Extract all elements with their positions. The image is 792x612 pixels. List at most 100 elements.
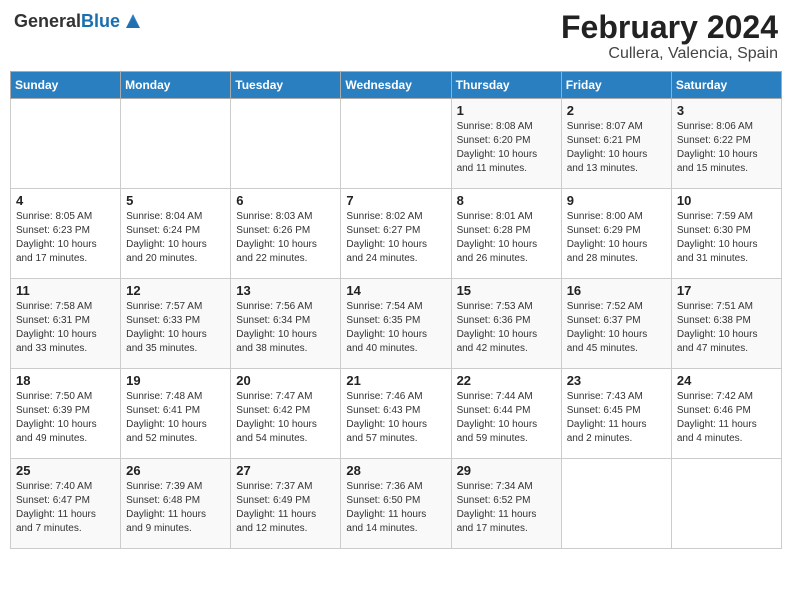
calendar-week-row: 1 Sunrise: 8:08 AM Sunset: 6:20 PM Daylig…: [11, 99, 782, 189]
day-number: 2: [567, 103, 666, 118]
calendar-day-cell: 7 Sunrise: 8:02 AM Sunset: 6:27 PM Daylig…: [341, 189, 451, 279]
calendar-day-cell: 26Sunrise: 7:39 AM Sunset: 6:48 PM Dayli…: [121, 459, 231, 549]
calendar-week-row: 18 Sunrise: 7:50 AM Sunset: 6:39 PM Dayli…: [11, 369, 782, 459]
day-info: Sunrise: 8:08 AM Sunset: 6:20 PM Dayligh…: [457, 120, 556, 176]
day-number: 24: [677, 373, 776, 388]
calendar-header-row: SundayMondayTuesdayWednesdayThursdayFrid…: [11, 72, 782, 99]
calendar-day-cell: 4Sunrise: 8:05 AM Sunset: 6:23 PM Daylig…: [11, 189, 121, 279]
day-info: Sunrise: 7:34 AM Sunset: 6:52 PM Dayligh…: [457, 480, 556, 536]
calendar-day-cell: [231, 99, 341, 189]
title-block: February 2024 Cullera, Valencia, Spain: [561, 10, 778, 63]
calendar-week-row: 25Sunrise: 7:40 AM Sunset: 6:47 PM Dayli…: [11, 459, 782, 549]
day-info: Sunrise: 8:04 AM Sunset: 6:24 PM Dayligh…: [126, 210, 225, 266]
title-location: Cullera, Valencia, Spain: [561, 45, 778, 63]
calendar-day-cell: 28 Sunrise: 7:36 AM Sunset: 6:50 PM Dayli…: [341, 459, 451, 549]
calendar-day-cell: 29 Sunrise: 7:34 AM Sunset: 6:52 PM Dayli…: [451, 459, 561, 549]
day-info: Sunrise: 7:54 AM Sunset: 6:35 PM Dayligh…: [346, 300, 445, 356]
day-info: Sunrise: 7:47 AM Sunset: 6:42 PM Dayligh…: [236, 390, 335, 446]
day-of-week-header: Monday: [121, 72, 231, 99]
calendar-day-cell: 23Sunrise: 7:43 AM Sunset: 6:45 PM Dayli…: [561, 369, 671, 459]
calendar-day-cell: 17 Sunrise: 7:51 AM Sunset: 6:38 PM Dayli…: [671, 279, 781, 369]
calendar-day-cell: 16 Sunrise: 7:52 AM Sunset: 6:37 PM Dayli…: [561, 279, 671, 369]
day-number: 7: [346, 193, 445, 208]
calendar-day-cell: [341, 99, 451, 189]
calendar-day-cell: 14 Sunrise: 7:54 AM Sunset: 6:35 PM Dayli…: [341, 279, 451, 369]
calendar-day-cell: 20 Sunrise: 7:47 AM Sunset: 6:42 PM Dayli…: [231, 369, 341, 459]
day-info: Sunrise: 8:03 AM Sunset: 6:26 PM Dayligh…: [236, 210, 335, 266]
title-month: February 2024: [561, 10, 778, 45]
calendar-day-cell: 19 Sunrise: 7:48 AM Sunset: 6:41 PM Dayli…: [121, 369, 231, 459]
calendar-day-cell: 24 Sunrise: 7:42 AM Sunset: 6:46 PM Dayli…: [671, 369, 781, 459]
calendar-day-cell: 9 Sunrise: 8:00 AM Sunset: 6:29 PM Daylig…: [561, 189, 671, 279]
day-info: Sunrise: 7:46 AM Sunset: 6:43 PM Dayligh…: [346, 390, 445, 446]
calendar-day-cell: 18 Sunrise: 7:50 AM Sunset: 6:39 PM Dayli…: [11, 369, 121, 459]
calendar-day-cell: 21 Sunrise: 7:46 AM Sunset: 6:43 PM Dayli…: [341, 369, 451, 459]
day-info: Sunrise: 7:37 AM Sunset: 6:49 PM Dayligh…: [236, 480, 335, 536]
logo: GeneralBlue: [14, 10, 144, 32]
day-info: Sunrise: 7:58 AM Sunset: 6:31 PM Dayligh…: [16, 300, 115, 356]
day-number: 28: [346, 463, 445, 478]
day-of-week-header: Saturday: [671, 72, 781, 99]
calendar-day-cell: 11 Sunrise: 7:58 AM Sunset: 6:31 PM Dayli…: [11, 279, 121, 369]
calendar-day-cell: 1 Sunrise: 8:08 AM Sunset: 6:20 PM Daylig…: [451, 99, 561, 189]
day-number: 23: [567, 373, 666, 388]
calendar-day-cell: 2 Sunrise: 8:07 AM Sunset: 6:21 PM Daylig…: [561, 99, 671, 189]
calendar-day-cell: 12Sunrise: 7:57 AM Sunset: 6:33 PM Dayli…: [121, 279, 231, 369]
day-number: 29: [457, 463, 556, 478]
day-number: 11: [16, 283, 115, 298]
day-number: 21: [346, 373, 445, 388]
day-info: Sunrise: 8:07 AM Sunset: 6:21 PM Dayligh…: [567, 120, 666, 176]
day-info: Sunrise: 7:57 AM Sunset: 6:33 PM Dayligh…: [126, 300, 225, 356]
day-info: Sunrise: 7:44 AM Sunset: 6:44 PM Dayligh…: [457, 390, 556, 446]
day-number: 19: [126, 373, 225, 388]
calendar-day-cell: 6 Sunrise: 8:03 AM Sunset: 6:26 PM Daylig…: [231, 189, 341, 279]
day-info: Sunrise: 7:48 AM Sunset: 6:41 PM Dayligh…: [126, 390, 225, 446]
day-number: 5: [126, 193, 225, 208]
day-number: 26: [126, 463, 225, 478]
day-number: 8: [457, 193, 556, 208]
day-number: 18: [16, 373, 115, 388]
day-number: 3: [677, 103, 776, 118]
day-number: 6: [236, 193, 335, 208]
day-number: 22: [457, 373, 556, 388]
day-info: Sunrise: 7:52 AM Sunset: 6:37 PM Dayligh…: [567, 300, 666, 356]
day-info: Sunrise: 8:00 AM Sunset: 6:29 PM Dayligh…: [567, 210, 666, 266]
day-number: 1: [457, 103, 556, 118]
calendar-day-cell: [671, 459, 781, 549]
day-info: Sunrise: 7:51 AM Sunset: 6:38 PM Dayligh…: [677, 300, 776, 356]
calendar-day-cell: [121, 99, 231, 189]
day-number: 20: [236, 373, 335, 388]
calendar-day-cell: 13 Sunrise: 7:56 AM Sunset: 6:34 PM Dayli…: [231, 279, 341, 369]
day-number: 15: [457, 283, 556, 298]
day-number: 16: [567, 283, 666, 298]
day-number: 9: [567, 193, 666, 208]
day-info: Sunrise: 8:05 AM Sunset: 6:23 PM Dayligh…: [16, 210, 115, 266]
day-number: 13: [236, 283, 335, 298]
calendar-day-cell: 25Sunrise: 7:40 AM Sunset: 6:47 PM Dayli…: [11, 459, 121, 549]
day-number: 17: [677, 283, 776, 298]
day-info: Sunrise: 7:42 AM Sunset: 6:46 PM Dayligh…: [677, 390, 776, 446]
calendar-day-cell: 22 Sunrise: 7:44 AM Sunset: 6:44 PM Dayli…: [451, 369, 561, 459]
day-of-week-header: Sunday: [11, 72, 121, 99]
logo-icon: [122, 10, 144, 32]
day-of-week-header: Tuesday: [231, 72, 341, 99]
calendar-day-cell: 15Sunrise: 7:53 AM Sunset: 6:36 PM Dayli…: [451, 279, 561, 369]
day-info: Sunrise: 8:06 AM Sunset: 6:22 PM Dayligh…: [677, 120, 776, 176]
day-info: Sunrise: 7:36 AM Sunset: 6:50 PM Dayligh…: [346, 480, 445, 536]
day-info: Sunrise: 7:50 AM Sunset: 6:39 PM Dayligh…: [16, 390, 115, 446]
calendar-day-cell: [11, 99, 121, 189]
day-info: Sunrise: 7:59 AM Sunset: 6:30 PM Dayligh…: [677, 210, 776, 266]
logo-general-text: General: [14, 11, 81, 31]
day-info: Sunrise: 7:56 AM Sunset: 6:34 PM Dayligh…: [236, 300, 335, 356]
calendar-day-cell: 10 Sunrise: 7:59 AM Sunset: 6:30 PM Dayli…: [671, 189, 781, 279]
calendar-week-row: 11 Sunrise: 7:58 AM Sunset: 6:31 PM Dayli…: [11, 279, 782, 369]
day-number: 14: [346, 283, 445, 298]
page-header: GeneralBlue February 2024 Cullera, Valen…: [10, 10, 782, 63]
day-number: 10: [677, 193, 776, 208]
day-number: 27: [236, 463, 335, 478]
day-of-week-header: Friday: [561, 72, 671, 99]
day-info: Sunrise: 8:02 AM Sunset: 6:27 PM Dayligh…: [346, 210, 445, 266]
day-number: 25: [16, 463, 115, 478]
logo-blue-text: Blue: [81, 11, 120, 31]
day-of-week-header: Wednesday: [341, 72, 451, 99]
